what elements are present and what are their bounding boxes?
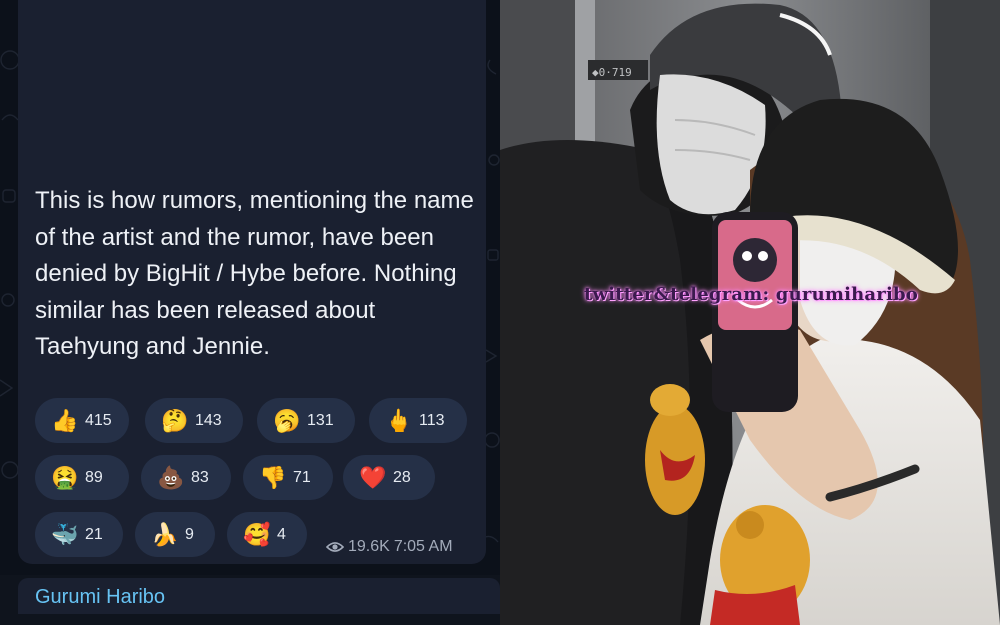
reaction-count: 89 <box>85 468 103 486</box>
message-time: 7:05 AM <box>393 538 453 555</box>
yawning-face-icon: 🥱 <box>273 407 301 433</box>
reaction-count: 21 <box>85 525 103 543</box>
reaction-vomiting[interactable]: 🤮 89 <box>35 455 129 500</box>
reaction-count: 83 <box>191 468 209 486</box>
whale-icon: 🐳 <box>51 521 79 547</box>
reaction-banana[interactable]: 🍌 9 <box>135 512 215 557</box>
thumbs-up-icon: 👍 <box>51 407 79 433</box>
middle-finger-icon: 🖕 <box>385 407 413 433</box>
thumbs-down-icon: 👎 <box>259 464 287 490</box>
poop-icon: 💩 <box>157 464 185 490</box>
chat-panel: This is how rumors, mentioning the name … <box>0 0 500 625</box>
reaction-thumbs-down[interactable]: 👎 71 <box>243 455 333 500</box>
reaction-count: 28 <box>393 468 411 486</box>
heart-icon: ❤️ <box>359 464 387 490</box>
message-meta: 19.6K 7:05 AM <box>326 538 453 556</box>
vomiting-face-icon: 🤮 <box>51 464 79 490</box>
eye-icon <box>326 542 344 552</box>
reaction-whale[interactable]: 🐳 21 <box>35 512 123 557</box>
reaction-count: 71 <box>293 468 311 486</box>
watermark-text: twitter&telegram: gurumiharibo <box>584 284 918 305</box>
reaction-thumbs-up[interactable]: 👍 415 <box>35 398 129 443</box>
reaction-count: 113 <box>419 411 445 429</box>
reaction-middle-finger[interactable]: 🖕 113 <box>369 398 467 443</box>
reaction-smiling-hearts[interactable]: 🥰 4 <box>227 512 307 557</box>
reaction-count: 9 <box>185 525 194 543</box>
view-count: 19.6K <box>348 538 390 555</box>
reaction-poop[interactable]: 💩 83 <box>141 455 231 500</box>
svg-text:◆0·719: ◆0·719 <box>592 66 632 79</box>
smiling-face-hearts-icon: 🥰 <box>243 521 271 547</box>
mirror-selfie-photo: ◆0·719 <box>500 0 1000 625</box>
reaction-count: 131 <box>307 411 334 429</box>
photo-illustration: ◆0·719 <box>500 0 1000 625</box>
sender-name[interactable]: Gurumi Haribo <box>35 586 165 609</box>
reaction-count: 4 <box>277 525 286 543</box>
reaction-thinking[interactable]: 🤔 143 <box>145 398 243 443</box>
reaction-count: 143 <box>195 411 222 429</box>
thinking-face-icon: 🤔 <box>161 407 189 433</box>
banana-icon: 🍌 <box>151 521 179 547</box>
reaction-yawning[interactable]: 🥱 131 <box>257 398 355 443</box>
message-text: This is how rumors, mentioning the name … <box>35 187 474 360</box>
reaction-count: 415 <box>85 411 112 429</box>
reaction-heart[interactable]: ❤️ 28 <box>343 455 435 500</box>
